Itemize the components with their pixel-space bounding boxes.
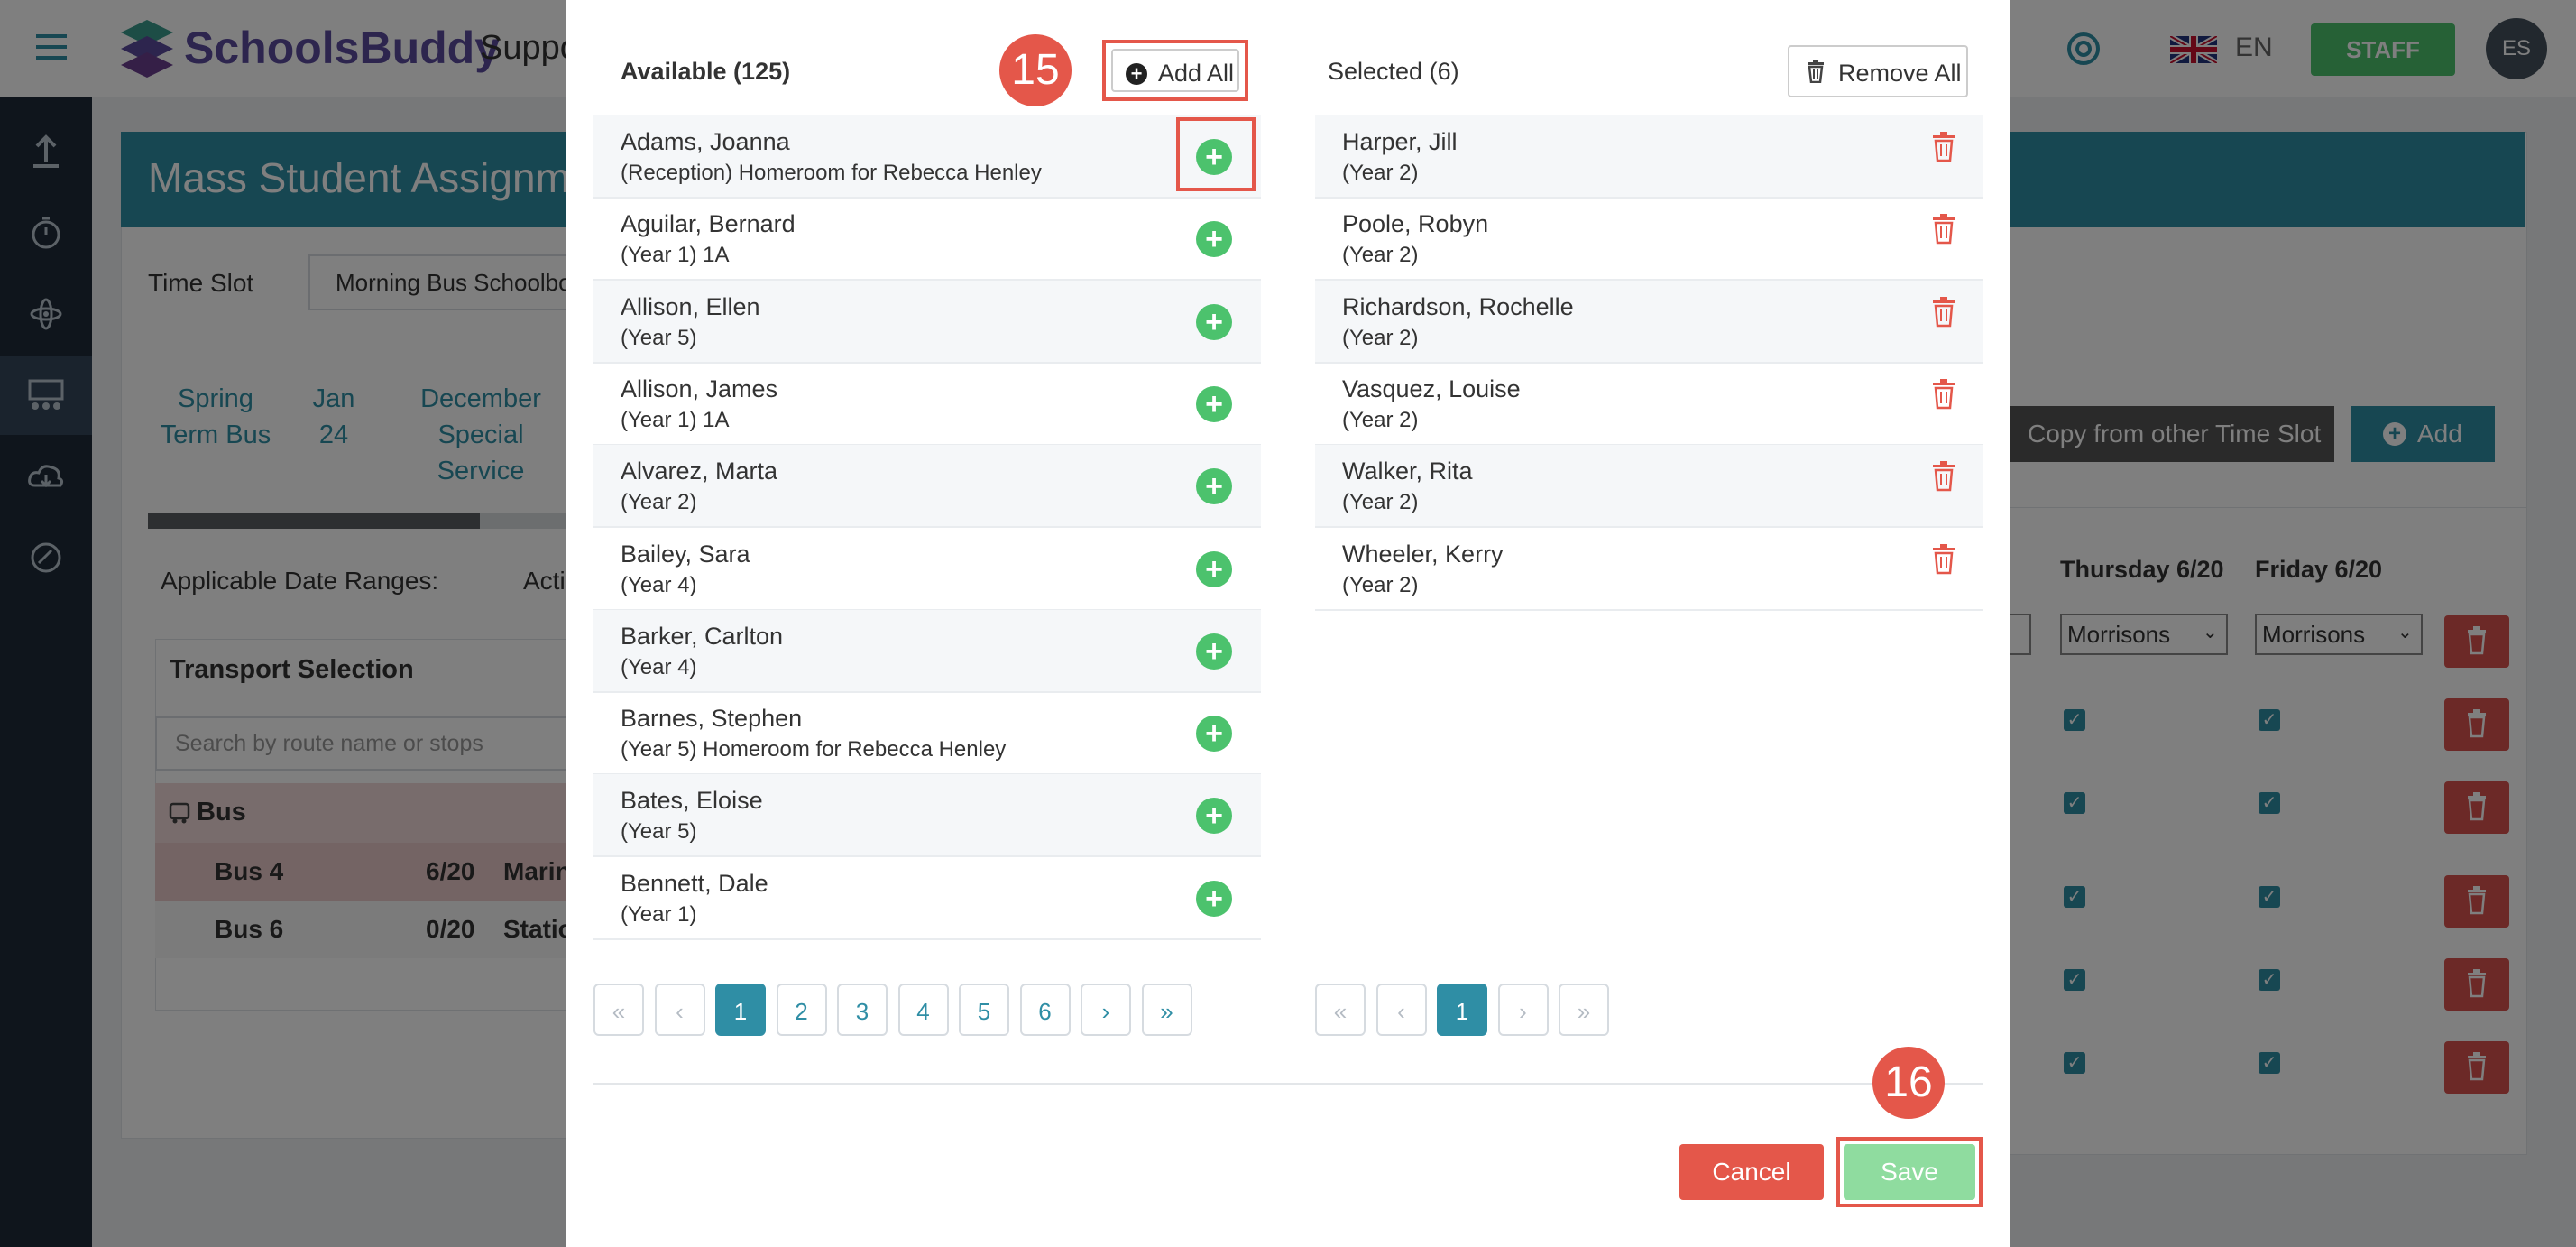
add-student-button[interactable]: + — [1196, 633, 1232, 670]
student-detail: (Year 1) 1A — [621, 407, 730, 432]
add-all-button[interactable]: + Add All — [1102, 40, 1248, 101]
student-name: Aguilar, Bernard — [621, 210, 796, 238]
available-student-row: Barker, Carlton (Year 4) + — [593, 609, 1261, 693]
remove-student-trash-icon[interactable] — [1930, 132, 1957, 162]
available-student-row: Bailey, Sara (Year 4) + — [593, 528, 1261, 611]
add-student-button[interactable]: + — [1196, 303, 1232, 340]
selected-student-row: Wheeler, Kerry (Year 2) — [1315, 528, 1983, 611]
modal-footer-divider — [593, 1083, 1983, 1085]
selected-student-row: Walker, Rita (Year 2) — [1315, 445, 1983, 529]
student-detail: (Year 2) — [1342, 243, 1419, 268]
student-detail: (Year 2) — [1342, 572, 1419, 597]
cancel-button[interactable]: Cancel — [1679, 1144, 1824, 1200]
add-all-label: Add All — [1158, 60, 1235, 87]
student-name: Walker, Rita — [1342, 457, 1473, 485]
student-detail: (Reception) Homeroom for Rebecca Henley — [621, 161, 1042, 185]
pagination-button[interactable]: › — [1081, 984, 1131, 1036]
pagination-button[interactable]: » — [1559, 984, 1609, 1036]
pagination-button[interactable]: « — [1315, 984, 1366, 1036]
available-student-row: Alvarez, Marta (Year 2) + — [593, 445, 1261, 529]
student-detail: (Year 4) — [621, 572, 697, 597]
step-callout: 16 — [1872, 1047, 1945, 1119]
remove-student-trash-icon[interactable] — [1930, 461, 1957, 492]
add-student-button[interactable]: + — [1196, 550, 1232, 587]
selected-student-row: Vasquez, Louise (Year 2) — [1315, 363, 1983, 446]
student-name: Bates, Eloise — [621, 787, 763, 815]
selected-student-row: Harper, Jill (Year 2) — [1315, 115, 1983, 199]
student-name: Barnes, Stephen — [621, 705, 803, 733]
pagination-button[interactable]: « — [593, 984, 644, 1036]
student-name: Wheeler, Kerry — [1342, 540, 1504, 568]
student-detail: (Year 2) — [1342, 490, 1419, 515]
remove-student-trash-icon[interactable] — [1930, 543, 1957, 575]
pagination-button[interactable]: » — [1141, 984, 1192, 1036]
pagination-button[interactable]: 6 — [1019, 984, 1071, 1036]
student-name: Alvarez, Marta — [621, 457, 778, 485]
highlight-first-add — [1176, 117, 1256, 191]
add-student-button[interactable]: + — [1196, 880, 1232, 917]
plus-circle-icon: + — [1126, 63, 1147, 85]
selected-student-row: Richardson, Rochelle (Year 2) — [1315, 280, 1983, 364]
student-name: Bennett, Dale — [621, 869, 768, 897]
pagination-button[interactable]: 2 — [776, 984, 827, 1036]
student-name: Harper, Jill — [1342, 128, 1458, 155]
available-student-row: Allison, Ellen (Year 5) + — [593, 280, 1261, 364]
student-name: Bailey, Sara — [621, 540, 750, 568]
remove-student-trash-icon[interactable] — [1930, 378, 1957, 410]
student-name: Adams, Joanna — [621, 128, 790, 155]
student-name: Vasquez, Louise — [1342, 374, 1521, 402]
student-detail: (Year 1) — [621, 901, 697, 927]
pagination-button[interactable]: 5 — [959, 984, 1009, 1036]
add-student-button[interactable]: + — [1196, 798, 1232, 835]
student-detail: (Year 2) — [621, 490, 697, 515]
add-student-button[interactable]: + — [1196, 385, 1232, 422]
pagination-button[interactable]: 4 — [897, 984, 949, 1036]
student-name: Allison, Ellen — [621, 292, 760, 320]
available-student-row: Allison, James (Year 1) 1A + — [593, 363, 1261, 446]
pagination-button[interactable]: ‹ — [654, 984, 705, 1036]
student-detail: (Year 2) — [1342, 161, 1419, 185]
available-student-row: Barnes, Stephen (Year 5) Homeroom for Reb… — [593, 692, 1261, 776]
add-student-button[interactable]: + — [1196, 716, 1232, 753]
pagination-button[interactable]: 3 — [837, 984, 888, 1036]
pagination-button[interactable]: 1 — [1437, 984, 1487, 1036]
available-title: Available (125) — [621, 58, 791, 85]
student-detail: (Year 1) 1A — [621, 243, 730, 268]
student-name: Richardson, Rochelle — [1342, 292, 1574, 320]
save-label: Save — [1881, 1158, 1938, 1186]
pagination-button[interactable]: 1 — [715, 984, 766, 1036]
available-student-row: Bennett, Dale (Year 1) + — [593, 857, 1261, 940]
student-detail: (Year 4) — [621, 654, 697, 679]
step-callout: 15 — [999, 34, 1072, 106]
student-detail: (Year 2) — [1342, 325, 1419, 350]
selected-student-row: Poole, Robyn (Year 2) — [1315, 198, 1983, 282]
cancel-label: Cancel — [1712, 1158, 1791, 1186]
pagination-button[interactable]: › — [1497, 984, 1549, 1036]
student-name: Poole, Robyn — [1342, 210, 1489, 238]
student-name: Barker, Carlton — [621, 622, 784, 650]
student-name: Allison, James — [621, 374, 778, 402]
pagination-button[interactable]: ‹ — [1375, 984, 1427, 1036]
add-student-button[interactable]: + — [1196, 221, 1232, 258]
save-button[interactable]: Save — [1836, 1137, 1983, 1207]
selected-title: Selected (6) — [1328, 58, 1459, 85]
available-student-row: Bates, Eloise (Year 5) + — [593, 774, 1261, 858]
remove-all-label: Remove All — [1838, 60, 1962, 87]
remove-student-trash-icon[interactable] — [1930, 214, 1957, 245]
student-detail: (Year 5) — [621, 819, 697, 845]
remove-all-button[interactable]: Remove All — [1788, 45, 1968, 97]
student-detail: (Year 2) — [1342, 407, 1419, 432]
trash-icon — [1806, 60, 1826, 84]
add-student-button[interactable]: + — [1196, 468, 1232, 505]
student-detail: (Year 5) Homeroom for Rebecca Henley — [621, 737, 1007, 762]
student-detail: (Year 5) — [621, 325, 697, 350]
available-student-row: Adams, Joanna (Reception) Homeroom for Re… — [593, 115, 1261, 199]
available-student-row: Aguilar, Bernard (Year 1) 1A + — [593, 198, 1261, 282]
remove-student-trash-icon[interactable] — [1930, 296, 1957, 328]
